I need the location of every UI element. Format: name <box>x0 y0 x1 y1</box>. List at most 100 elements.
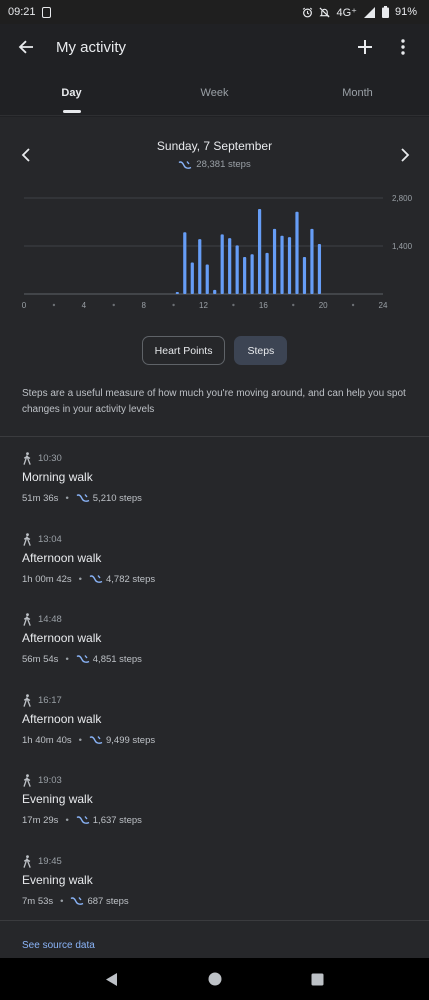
activity-item[interactable]: 14:48 Afternoon walk 56m 54s • 4,851 steps <box>22 612 402 672</box>
back-button[interactable] <box>14 35 38 59</box>
step-bar <box>250 254 254 294</box>
activity-name: Afternoon walk <box>22 712 102 726</box>
activity-item[interactable]: 10:30 Morning walk 51m 36s • 5,210 steps <box>22 451 402 511</box>
step-bar <box>213 289 217 294</box>
x-minor-tick <box>112 303 115 307</box>
step-bar <box>257 208 262 294</box>
arrow-back-icon <box>18 40 33 54</box>
separator-dot: • <box>78 734 82 746</box>
activity-content[interactable]: Sunday, 7 September 28,381 steps 2,800 1,… <box>0 117 429 958</box>
tab-month[interactable]: Month <box>286 70 429 115</box>
tab-week[interactable]: Week <box>143 70 286 115</box>
plus-icon <box>358 40 372 54</box>
activity-start-time: 16:17 <box>22 693 402 707</box>
x-minor-tick <box>52 303 56 307</box>
activity-details: 17m 29s • 1,637 steps <box>22 814 402 826</box>
activity-steps: 1,637 steps <box>76 815 142 826</box>
step-bar <box>280 235 284 294</box>
activity-name: Afternoon walk <box>22 631 102 645</box>
see-source-data-link[interactable]: See source data <box>22 940 95 951</box>
x-tick-label: 0 <box>22 301 27 310</box>
activity-name: Afternoon walk <box>22 551 102 565</box>
steps-toggle[interactable]: Steps <box>234 336 288 365</box>
steps-description: Steps are a useful measure of how much y… <box>22 388 406 415</box>
activity-steps-text: 5,210 steps <box>92 492 142 504</box>
x-tick-label: 12 <box>199 301 208 310</box>
activity-time-text: 14:48 <box>38 613 62 625</box>
activity-name: Evening walk <box>22 873 93 887</box>
system-back-button[interactable] <box>97 964 127 994</box>
separator-dot: • <box>65 814 69 826</box>
activity-time-text: 13:04 <box>38 533 62 545</box>
network-type: 4G⁺ <box>336 6 357 19</box>
x-minor-tick <box>351 303 355 307</box>
footsteps-icon <box>89 736 103 744</box>
more-vert-icon <box>401 39 405 55</box>
more-options-button[interactable] <box>391 35 415 59</box>
steps-bar-chart: 2,800 1,400 0 4 8 12 16 20 24 <box>22 194 413 310</box>
separator-dot: • <box>60 895 64 907</box>
x-tick-label: 4 <box>82 301 87 310</box>
add-button[interactable] <box>353 35 377 59</box>
page-title: My activity <box>56 38 127 56</box>
signal-icon <box>363 6 375 18</box>
heart-points-toggle[interactable]: Heart Points <box>141 336 226 365</box>
step-bar <box>317 243 322 294</box>
activity-item[interactable]: 13:04 Afternoon walk 1h 00m 42s • 4,782 step… <box>22 532 402 592</box>
step-bar <box>190 262 194 294</box>
step-bar <box>302 256 307 294</box>
mute-icon <box>319 6 330 18</box>
activity-steps-text: 9,499 steps <box>105 734 156 746</box>
day-step-total: 28,381 steps <box>0 159 429 170</box>
activity-start-time: 19:03 <box>22 773 402 787</box>
activity-start-time: 10:30 <box>22 451 402 465</box>
footsteps-icon <box>178 160 192 169</box>
y-tick-label: 2,800 <box>392 194 413 203</box>
step-bar <box>205 264 209 294</box>
next-day-button[interactable] <box>393 143 417 167</box>
system-nav-bar <box>0 958 429 1000</box>
activity-item[interactable]: 16:17 Afternoon walk 1h 40m 40s • 9,499 step… <box>22 693 402 753</box>
activity-duration: 56m 54s <box>22 653 59 665</box>
walking-icon <box>23 612 31 626</box>
activity-duration: 17m 29s <box>22 814 59 826</box>
activity-start-time: 13:04 <box>22 532 402 546</box>
activity-item[interactable]: 19:03 Evening walk 17m 29s • 1,637 steps <box>22 773 402 833</box>
activity-details: 7m 53s • 687 steps <box>22 895 402 907</box>
separator-dot: • <box>65 653 69 665</box>
date-title: Sunday, 7 September <box>156 139 273 153</box>
walking-icon <box>23 532 31 546</box>
metric-toggle: Heart Points Steps <box>0 336 429 365</box>
system-home-button[interactable] <box>200 964 230 994</box>
activity-name: Morning walk <box>22 470 93 484</box>
separator-dot: • <box>78 573 82 585</box>
walking-icon <box>23 854 31 868</box>
separator-dot: • <box>65 492 69 504</box>
system-recents-button[interactable] <box>303 964 333 994</box>
footsteps-icon <box>76 816 90 824</box>
section-divider <box>0 436 429 437</box>
step-bar <box>272 228 277 294</box>
activity-steps-text: 4,851 steps <box>92 653 142 665</box>
step-bar <box>220 234 224 294</box>
tab-day[interactable]: Day <box>0 70 143 115</box>
battery-percent: 91% <box>394 6 417 18</box>
x-minor-tick <box>172 303 175 307</box>
activity-steps-text: 1,637 steps <box>92 814 142 826</box>
screenshot-notification-icon <box>41 6 51 18</box>
step-bar <box>243 256 247 294</box>
activity-steps: 687 steps <box>70 895 129 907</box>
activity-details: 56m 54s • 4,851 steps <box>22 653 402 665</box>
activity-details: 1h 00m 42s • 4,782 steps <box>22 573 402 585</box>
square-recents-icon <box>311 973 324 985</box>
activity-item[interactable]: 19:45 Evening walk 7m 53s • 687 steps <box>22 854 402 914</box>
activity-start-time: 14:48 <box>22 612 402 626</box>
activity-duration: 51m 36s <box>22 492 59 504</box>
activity-time-text: 19:03 <box>38 774 62 786</box>
step-bar <box>287 237 292 294</box>
step-bar <box>265 252 269 294</box>
step-bar <box>175 291 179 294</box>
x-tick-label: 16 <box>259 301 268 310</box>
activity-steps-text: 687 steps <box>87 895 129 907</box>
activity-start-time: 19:45 <box>22 854 402 868</box>
